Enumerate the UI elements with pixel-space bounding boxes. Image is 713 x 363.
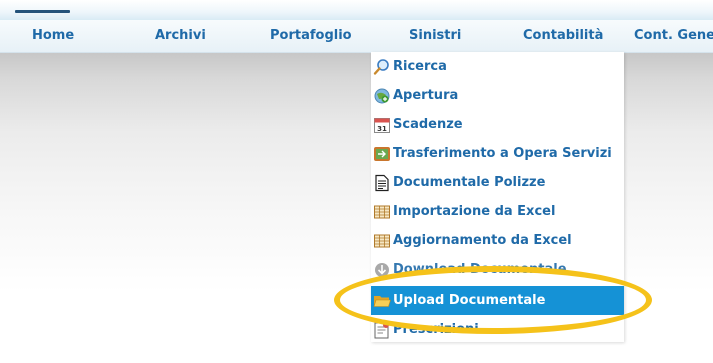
dropdown-item-label: Aggiornamento da Excel (393, 233, 572, 248)
spreadsheet-icon (373, 232, 393, 250)
dropdown-item-aggiornamento-excel[interactable]: Aggiornamento da Excel (371, 226, 624, 255)
dropdown-item-ricerca[interactable]: Ricerca (371, 52, 624, 81)
dropdown-item-label: Importazione da Excel (393, 204, 556, 219)
sinistri-dropdown-menu: Ricerca Apertura 31 Scadenze Trasferimen… (371, 52, 624, 342)
dropdown-item-label: Ricerca (393, 59, 447, 74)
active-tab-indicator (15, 10, 70, 13)
dropdown-item-trasferimento[interactable]: Trasferimento a Opera Servizi (371, 139, 624, 168)
calendar-icon: 31 (373, 116, 393, 134)
dropdown-item-apertura[interactable]: Apertura (371, 81, 624, 110)
dropdown-item-label: Documentale Polizze (393, 175, 546, 190)
menu-contabilita[interactable]: Contabilità (523, 20, 603, 52)
dropdown-item-importazione-excel[interactable]: Importazione da Excel (371, 197, 624, 226)
dropdown-item-label: Apertura (393, 88, 459, 103)
folder-open-icon (373, 292, 393, 310)
dropdown-item-scadenze[interactable]: 31 Scadenze (371, 110, 624, 139)
menu-sinistri[interactable]: Sinistri (409, 20, 461, 52)
dropdown-item-prescrizioni[interactable]: Prescrizioni (371, 315, 624, 344)
menu-cont-generale[interactable]: Cont. Gene (634, 20, 713, 52)
prescription-icon (373, 321, 393, 339)
magnifier-icon (373, 58, 393, 76)
menu-home[interactable]: Home (32, 20, 74, 52)
dropdown-item-label: Prescrizioni (393, 322, 479, 337)
download-icon (373, 261, 393, 279)
transfer-icon (373, 145, 393, 163)
dropdown-item-upload-documentale[interactable]: Upload Documentale (371, 286, 624, 315)
dropdown-item-documentale-polizze[interactable]: Documentale Polizze (371, 168, 624, 197)
calendar-day: 31 (377, 125, 387, 133)
top-strip (0, 0, 713, 20)
globe-plus-icon (373, 87, 393, 105)
dropdown-item-download-documentale[interactable]: Download Documentale (371, 255, 624, 284)
dropdown-item-label: Upload Documentale (393, 293, 546, 308)
dropdown-item-label: Scadenze (393, 117, 463, 132)
document-icon (373, 174, 393, 192)
main-menubar: Home Archivi Portafoglio Sinistri Contab… (0, 20, 713, 53)
menu-archivi[interactable]: Archivi (155, 20, 206, 52)
spreadsheet-icon (373, 203, 393, 221)
dropdown-item-label: Trasferimento a Opera Servizi (393, 146, 612, 161)
menu-portafoglio[interactable]: Portafoglio (270, 20, 352, 52)
dropdown-item-label: Download Documentale (393, 262, 567, 277)
